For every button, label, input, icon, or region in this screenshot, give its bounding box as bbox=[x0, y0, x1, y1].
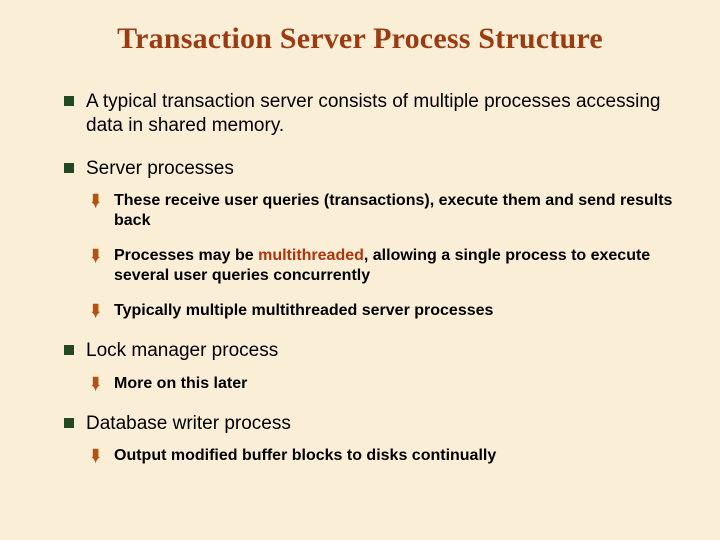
sub-bullet-text: These receive user queries (transactions… bbox=[114, 192, 672, 229]
arrow-icon: ➨ bbox=[84, 193, 107, 208]
bullet-text: Database writer process bbox=[86, 413, 291, 434]
sub-list: ➨ These receive user queries (transactio… bbox=[88, 191, 684, 321]
sub-bullet-more-later: ➨ More on this later bbox=[88, 374, 684, 394]
arrow-icon: ➨ bbox=[84, 376, 107, 391]
bullet-list: A typical transaction server consists of… bbox=[64, 90, 684, 467]
sub-bullet-receive-queries: ➨ These receive user queries (transactio… bbox=[88, 191, 684, 232]
sub-list: ➨ Output modified buffer blocks to disks… bbox=[88, 446, 684, 466]
arrow-icon: ➨ bbox=[84, 303, 107, 318]
bullet-text: Server processes bbox=[86, 158, 234, 179]
bullet-text: A typical transaction server consists of… bbox=[86, 91, 660, 136]
bullet-typical-server: A typical transaction server consists of… bbox=[64, 90, 684, 139]
slide-title: Transaction Server Process Structure bbox=[36, 22, 684, 56]
bullet-lock-manager: Lock manager process ➨ More on this late… bbox=[64, 339, 684, 394]
slide: Transaction Server Process Structure A t… bbox=[0, 0, 720, 540]
sub-bullet-typically-multiple: ➨ Typically multiple multithreaded serve… bbox=[88, 301, 684, 321]
sub-bullet-text: More on this later bbox=[114, 375, 247, 392]
sub-bullet-text: Output modified buffer blocks to disks c… bbox=[114, 447, 496, 464]
bullet-text: Lock manager process bbox=[86, 340, 278, 361]
bullet-server-processes: Server processes ➨ These receive user qu… bbox=[64, 157, 684, 322]
sub-bullet-output-blocks: ➨ Output modified buffer blocks to disks… bbox=[88, 446, 684, 466]
sub-bullet-text: Typically multiple multithreaded server … bbox=[114, 302, 493, 319]
arrow-icon: ➨ bbox=[84, 248, 107, 263]
sub-list: ➨ More on this later bbox=[88, 374, 684, 394]
text-pre: Processes may be bbox=[114, 247, 258, 264]
sub-bullet-text: Processes may be multithreaded, allowing… bbox=[114, 247, 650, 284]
bullet-db-writer: Database writer process ➨ Output modifie… bbox=[64, 412, 684, 467]
highlight-multithreaded: multithreaded bbox=[258, 247, 364, 264]
sub-bullet-multithreaded: ➨ Processes may be multithreaded, allowi… bbox=[88, 246, 684, 287]
arrow-icon: ➨ bbox=[84, 448, 107, 463]
